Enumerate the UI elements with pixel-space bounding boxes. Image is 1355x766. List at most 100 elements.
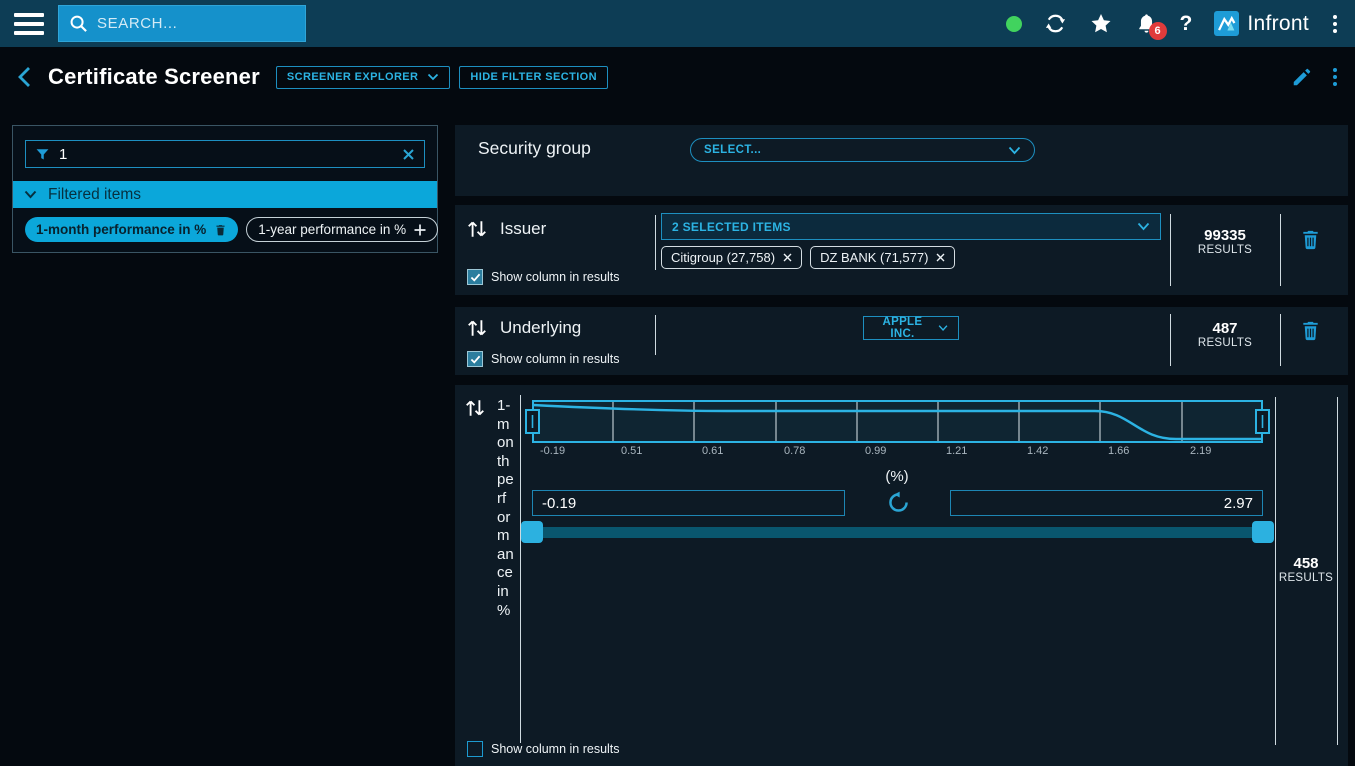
sort-icon[interactable] (467, 218, 487, 245)
underlying-delete-button[interactable] (1299, 318, 1322, 348)
refresh-icon[interactable] (1044, 12, 1067, 35)
underlying-show-column-toggle[interactable]: Show column in results (467, 351, 620, 367)
screener-explorer-dropdown[interactable]: SCREENER EXPLORER (276, 66, 451, 89)
performance-filter-section: 1-month performance in % (455, 385, 1348, 766)
screener-explorer-label: SCREENER EXPLORER (287, 71, 419, 83)
trash-icon[interactable] (214, 223, 227, 237)
menu-icon[interactable] (14, 13, 44, 35)
tick-label: 1.21 (946, 445, 967, 457)
show-column-label: Show column in results (491, 270, 620, 284)
tick-label: 1.42 (1027, 445, 1048, 457)
divider (1280, 314, 1281, 366)
chevron-down-icon (938, 324, 948, 332)
chip-label: 1-month performance in % (36, 222, 206, 237)
chevron-down-icon (1137, 222, 1150, 231)
hide-filter-section-button[interactable]: HIDE FILTER SECTION (459, 66, 608, 89)
search-input[interactable] (97, 15, 296, 32)
results-label: RESULTS (1171, 337, 1279, 349)
tick-label: 2.19 (1190, 445, 1211, 457)
tick-label: 0.99 (865, 445, 886, 457)
slider-handle-max[interactable] (1252, 521, 1274, 543)
unit-label: (%) (867, 468, 927, 485)
divider (655, 215, 656, 270)
chevron-down-icon (1008, 146, 1021, 155)
divider (520, 395, 521, 743)
brand-name: Infront (1247, 12, 1309, 36)
tick-label: -0.19 (540, 445, 565, 457)
security-group-select[interactable]: SELECT... (690, 138, 1035, 162)
notification-badge: 6 (1149, 22, 1167, 40)
brush-right-handle (1256, 410, 1269, 433)
select-placeholder: SELECT... (704, 144, 1008, 156)
topbar-overflow-menu-icon[interactable] (1331, 13, 1339, 35)
page-header: Certificate Screener SCREENER EXPLORER H… (0, 47, 1355, 107)
filter-search-box[interactable] (25, 140, 425, 168)
plus-icon[interactable] (414, 224, 426, 236)
filter-chip-row: 1-month performance in % 1-year performa… (25, 217, 425, 242)
divider (1337, 397, 1338, 745)
issuer-dropdown-label: 2 SELECTED ITEMS (672, 220, 1137, 234)
chip-label: DZ BANK (71,577) (820, 250, 928, 265)
notifications-bell-icon[interactable]: 6 (1135, 12, 1158, 35)
chip-1-year-performance[interactable]: 1-year performance in % (246, 217, 438, 242)
checkbox-checked-icon[interactable] (467, 351, 483, 367)
results-count: 487 (1171, 320, 1279, 337)
show-column-label: Show column in results (491, 742, 620, 756)
issuer-show-column-toggle[interactable]: Show column in results (467, 269, 620, 285)
issuer-chip-citigroup[interactable]: Citigroup (27,758) (661, 246, 802, 269)
range-min-input[interactable] (532, 490, 845, 516)
remove-icon[interactable] (783, 253, 792, 262)
slider-handle-min[interactable] (521, 521, 543, 543)
chip-1-month-performance[interactable]: 1-month performance in % (25, 217, 238, 242)
performance-label: 1-month performance in % (497, 397, 514, 620)
infront-logo: Infront (1214, 11, 1309, 36)
show-column-label: Show column in results (491, 352, 620, 366)
security-group-label: Security group (478, 138, 591, 159)
tick-label: 1.66 (1108, 445, 1129, 457)
search-icon (69, 14, 88, 33)
issuer-chip-dzbank[interactable]: DZ BANK (71,577) (810, 246, 955, 269)
underlying-results: 487 RESULTS (1171, 320, 1279, 349)
page-title: Certificate Screener (48, 64, 260, 90)
tick-label: 0.51 (621, 445, 642, 457)
range-slider-track[interactable] (532, 527, 1263, 538)
brush-left-handle (526, 410, 539, 433)
security-group-section: Security group SELECT... (455, 125, 1348, 196)
histogram-axis-ticks: -0.19 0.51 0.61 0.78 0.99 1.21 1.42 1.66… (532, 445, 1263, 459)
infront-logo-mark (1214, 11, 1239, 36)
app-window: 6 ? Infront Certificate Screener SCREENE… (0, 0, 1355, 766)
sort-icon[interactable] (465, 397, 485, 424)
page-overflow-menu-icon[interactable] (1331, 66, 1339, 88)
issuer-delete-button[interactable] (1299, 227, 1322, 257)
checkbox-checked-icon[interactable] (467, 269, 483, 285)
favorites-star-icon[interactable] (1089, 12, 1113, 36)
performance-histogram[interactable] (532, 400, 1263, 443)
divider (655, 315, 656, 355)
reset-range-icon[interactable] (885, 489, 911, 515)
underlying-label: Underlying (500, 318, 581, 338)
hide-filter-label: HIDE FILTER SECTION (470, 71, 597, 83)
filtered-items-header[interactable]: Filtered items (13, 181, 437, 208)
filtered-items-label: Filtered items (48, 186, 141, 204)
back-button[interactable] (16, 65, 32, 89)
underlying-filter-section: Underlying APPLE INC. Show column in res… (455, 307, 1348, 375)
issuer-results: 99335 RESULTS (1171, 227, 1279, 256)
tick-label: 0.78 (784, 445, 805, 457)
checkbox-unchecked-icon[interactable] (467, 741, 483, 757)
performance-show-column-toggle[interactable]: Show column in results (467, 741, 620, 757)
filter-input[interactable] (59, 146, 393, 163)
range-max-input[interactable] (950, 490, 1263, 516)
results-label: RESULTS (1273, 572, 1339, 584)
issuer-dropdown[interactable]: 2 SELECTED ITEMS (661, 213, 1161, 240)
issuer-label: Issuer (500, 219, 546, 239)
clear-filter-icon[interactable] (402, 148, 415, 161)
filter-funnel-icon (35, 147, 50, 162)
remove-icon[interactable] (936, 253, 945, 262)
underlying-dropdown[interactable]: APPLE INC. (863, 316, 959, 340)
results-label: RESULTS (1171, 244, 1279, 256)
search-box[interactable] (58, 5, 306, 42)
sort-icon[interactable] (467, 317, 487, 344)
edit-pencil-icon[interactable] (1291, 66, 1313, 88)
tick-label: 0.61 (702, 445, 723, 457)
help-icon[interactable]: ? (1180, 12, 1193, 36)
